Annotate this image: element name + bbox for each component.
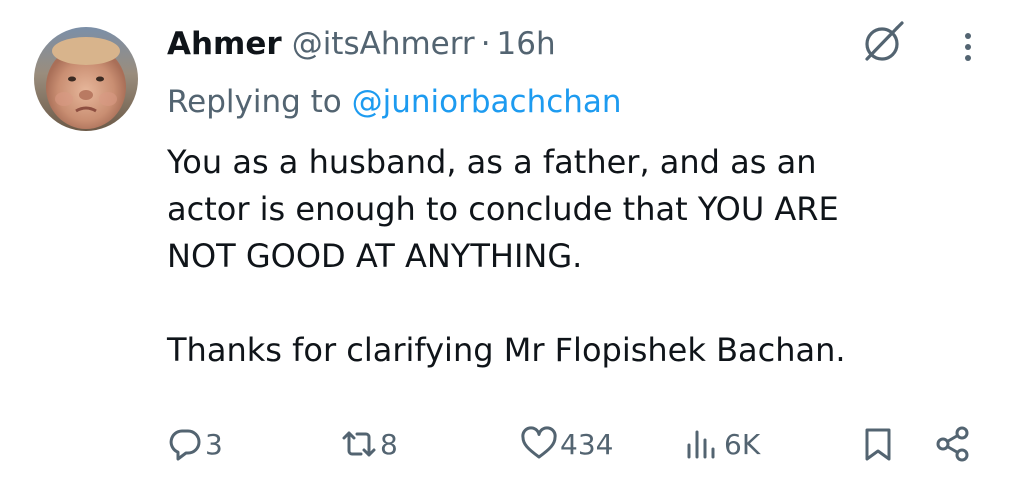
separator: · <box>480 26 491 62</box>
retweet-icon <box>340 426 378 462</box>
grok-icon[interactable] <box>858 19 906 67</box>
views-button[interactable]: 6K <box>684 420 760 468</box>
share-icon <box>934 425 972 463</box>
retweet-count: 8 <box>380 427 398 461</box>
like-count: 434 <box>560 427 614 461</box>
retweet-button[interactable]: 8 <box>340 420 398 468</box>
avatar[interactable] <box>34 27 138 131</box>
tweet-body: You as a husband, as a father, and as an… <box>167 139 977 374</box>
author-name[interactable]: Ahmer <box>167 24 282 64</box>
body-line: NOT GOOD AT ANYTHING. <box>167 237 583 275</box>
reply-button[interactable]: 3 <box>167 420 223 468</box>
bookmark-icon <box>862 426 894 462</box>
reply-count: 3 <box>205 427 223 461</box>
views-icon <box>684 426 722 462</box>
replying-prefix: Replying to <box>167 84 352 120</box>
author-handle[interactable]: @itsAhmerr <box>292 24 475 64</box>
replying-to: Replying to @juniorbachchan <box>167 82 622 122</box>
heart-icon <box>520 426 558 462</box>
body-line: You as a husband, as a father, and as an <box>167 143 817 181</box>
tweet-header: Ahmer @itsAhmerr · 16h <box>167 24 556 64</box>
reply-icon <box>167 426 203 462</box>
more-vertical-icon[interactable] <box>956 27 980 67</box>
like-button[interactable]: 434 <box>520 420 613 468</box>
action-bar: 3 8 434 6K <box>0 420 1024 468</box>
body-line: Thanks for clarifying Mr Flopishek Bacha… <box>167 331 846 369</box>
views-count: 6K <box>724 427 761 461</box>
bookmark-button[interactable] <box>862 420 894 468</box>
timestamp[interactable]: 16h <box>497 24 556 64</box>
share-button[interactable] <box>934 420 972 468</box>
body-line: actor is enough to conclude that YOU ARE <box>167 190 839 228</box>
replying-mention[interactable]: @juniorbachchan <box>352 84 622 120</box>
tweet: Ahmer @itsAhmerr · 16h Replying to @juni… <box>0 0 1024 489</box>
